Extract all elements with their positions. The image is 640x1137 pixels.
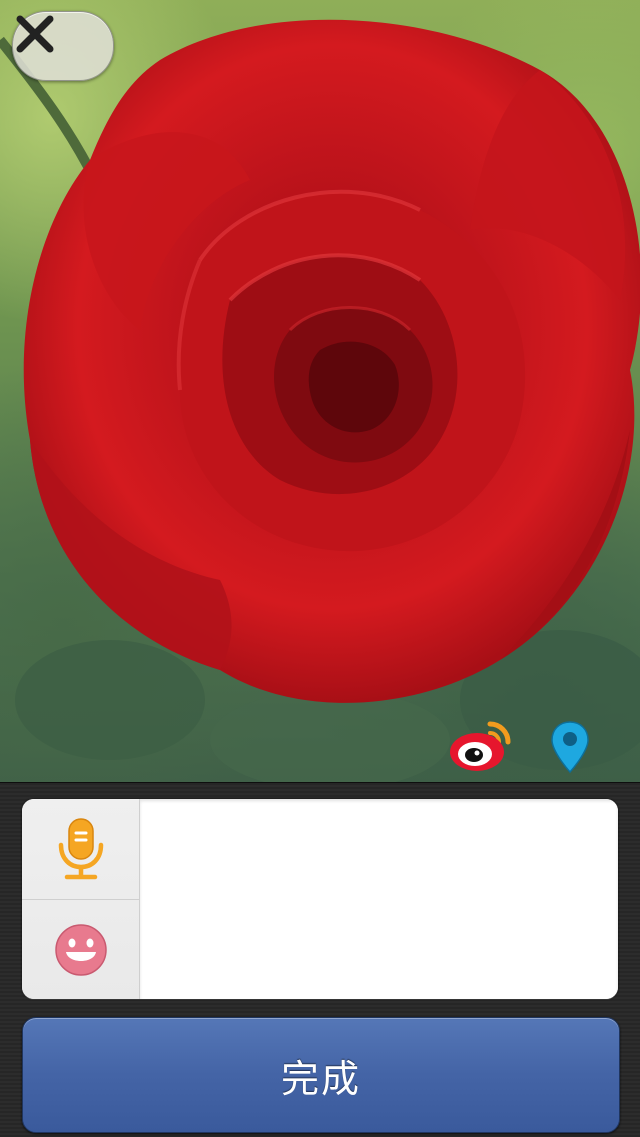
weibo-share-button[interactable] [448, 716, 514, 774]
compose-panel: 完成 [0, 782, 640, 1137]
photo-preview [0, 0, 640, 782]
microphone-icon [58, 818, 103, 880]
rose-photo [0, 19, 640, 782]
emoji-button[interactable] [22, 899, 139, 999]
caption-input[interactable] [140, 799, 618, 999]
location-pin-icon [551, 721, 589, 774]
location-button[interactable] [548, 718, 592, 776]
done-button[interactable]: 完成 [22, 1017, 620, 1133]
voice-input-button[interactable] [22, 799, 139, 899]
smiley-icon [54, 924, 107, 976]
close-button[interactable] [12, 11, 114, 81]
compose-box [22, 799, 618, 999]
close-icon [16, 15, 54, 53]
weibo-icon [450, 721, 511, 771]
input-tools [22, 799, 140, 999]
